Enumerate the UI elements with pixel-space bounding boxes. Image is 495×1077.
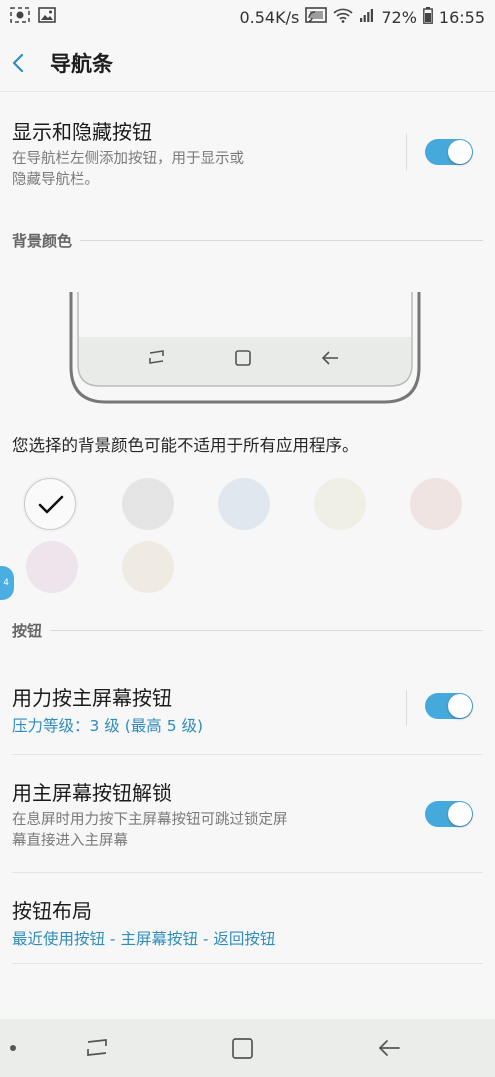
back-nav-button[interactable] <box>374 1033 404 1063</box>
setting-button-layout[interactable]: 按钮布局 最近使用按钮 - 主屏幕按钮 - 返回按钮 <box>12 895 483 950</box>
nav-hide-dot[interactable] <box>10 1045 16 1051</box>
description-line: 在息屏时用力按下主屏幕按钮可跳过锁定屏 <box>12 812 288 828</box>
section-label: 按钮 <box>12 622 43 640</box>
navbar-preview <box>66 292 424 407</box>
app-bar: 导航条 <box>0 34 495 92</box>
setting-title: 用主屏幕按钮解锁 <box>12 781 172 805</box>
screen-record-icon <box>10 7 30 27</box>
swatch-light-cream[interactable] <box>122 541 174 593</box>
swatch-light-blue[interactable] <box>218 478 270 530</box>
pressure-toggle[interactable] <box>425 693 473 719</box>
back-button[interactable] <box>0 34 36 92</box>
home-button[interactable] <box>227 1033 257 1063</box>
setting-pressure-home-button[interactable]: 用力按主屏幕按钮 压力等级：3 级 (最高 5 级) <box>12 682 483 737</box>
setting-show-hide-button[interactable]: 显示和隐藏按钮 在导航栏左侧添加按钮，用于显示或 隐藏导航栏。 <box>12 116 483 191</box>
setting-title: 按钮布局 <box>12 899 92 923</box>
background-note: 您选择的背景颜色可能不适用于所有应用程序。 <box>12 436 359 455</box>
toggle-knob <box>448 802 472 826</box>
status-right: 0.54K/s 72% 16:55 <box>239 6 485 28</box>
checkmark-icon <box>38 495 64 514</box>
setting-title: 显示和隐藏按钮 <box>12 120 152 144</box>
setting-description: 在导航栏左侧添加按钮，用于显示或 隐藏导航栏。 <box>12 149 483 191</box>
wifi-icon <box>333 7 353 27</box>
description-line: 在导航栏左侧添加按钮，用于显示或 <box>12 151 244 167</box>
recent-apps-button[interactable] <box>82 1033 112 1063</box>
section-label: 背景颜色 <box>12 232 73 250</box>
edge-panel-handle[interactable]: 4 <box>0 566 14 600</box>
setting-value: 压力等级：3 级 (最高 5 级) <box>12 717 204 735</box>
page-title: 导航条 <box>50 51 113 76</box>
clock: 16:55 <box>438 7 485 27</box>
battery-icon <box>422 6 433 28</box>
setting-unlock-home-button[interactable]: 用主屏幕按钮解锁 在息屏时用力按下主屏幕按钮可跳过锁定屏 幕直接进入主屏幕 <box>12 777 483 852</box>
description-line: 隐藏导航栏。 <box>12 172 99 188</box>
swatch-white[interactable] <box>24 478 76 530</box>
section-line <box>50 630 483 631</box>
chevron-left-icon <box>12 53 24 72</box>
signal-icon <box>359 7 375 27</box>
swatch-light-lavender[interactable] <box>26 541 78 593</box>
home-icon <box>232 1038 253 1059</box>
swatch-light-gray[interactable] <box>122 478 174 530</box>
setting-description: 在息屏时用力按下主屏幕按钮可跳过锁定屏 幕直接进入主屏幕 <box>12 810 483 852</box>
swatch-light-beige[interactable] <box>314 478 366 530</box>
swatch-light-pink[interactable] <box>410 478 462 530</box>
network-speed: 0.54K/s <box>239 7 300 27</box>
vertical-divider <box>406 690 407 726</box>
battery-percent: 72% <box>381 7 417 27</box>
show-hide-toggle[interactable] <box>425 139 473 165</box>
setting-value: 最近使用按钮 - 主屏幕按钮 - 返回按钮 <box>12 930 276 948</box>
back-arrow-icon <box>378 1040 400 1056</box>
section-line <box>80 240 483 241</box>
vertical-divider <box>406 134 407 170</box>
row-divider <box>12 872 483 873</box>
gallery-icon <box>38 7 56 27</box>
setting-title: 用力按主屏幕按钮 <box>12 686 172 710</box>
system-navigation-bar <box>0 1019 495 1077</box>
row-divider <box>12 754 483 755</box>
row-divider <box>12 963 483 964</box>
recent-apps-icon <box>87 1039 107 1056</box>
status-left <box>10 7 56 27</box>
description-line: 幕直接进入主屏幕 <box>12 833 128 849</box>
cast-icon <box>305 7 328 27</box>
toggle-knob <box>448 140 472 164</box>
unlock-toggle[interactable] <box>425 801 473 827</box>
toggle-knob <box>448 694 472 718</box>
status-bar: 0.54K/s 72% 16:55 <box>0 0 495 34</box>
section-header-buttons: 按钮 <box>12 620 483 641</box>
section-header-background: 背景颜色 <box>12 230 483 251</box>
